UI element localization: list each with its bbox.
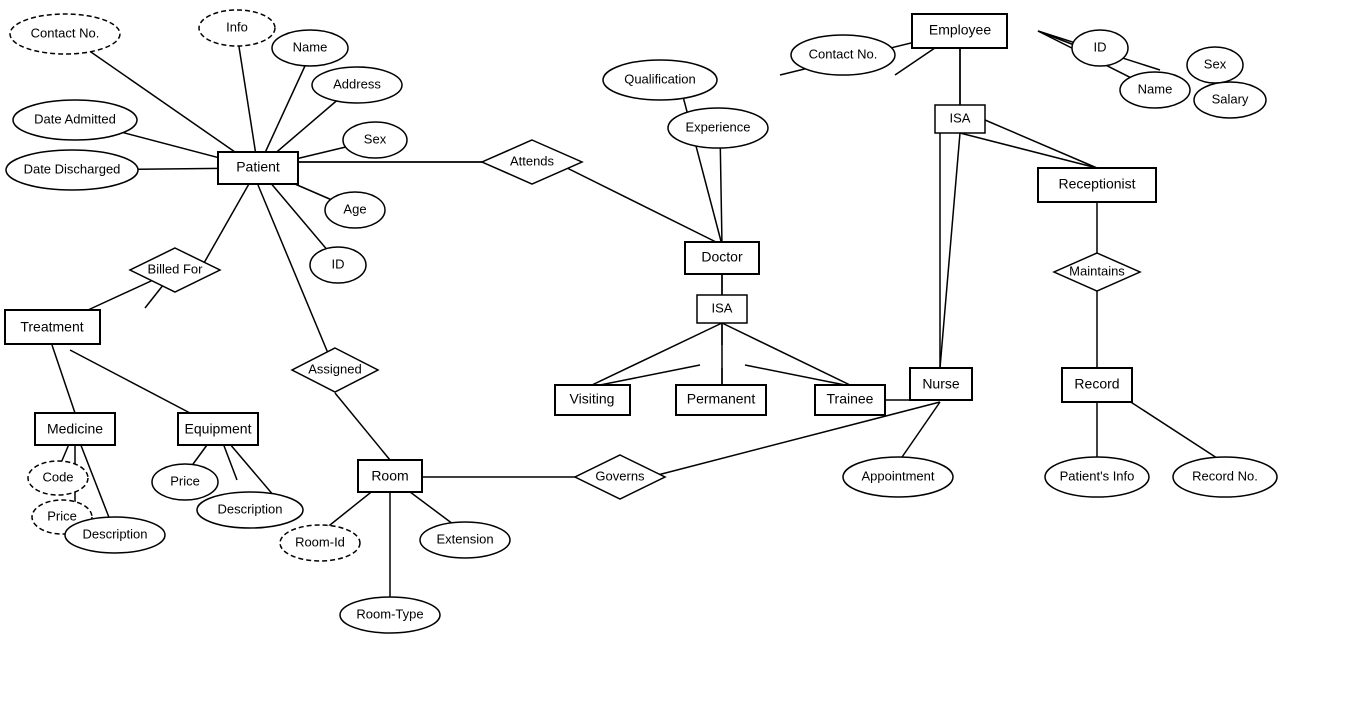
svg-text:Name: Name — [1138, 81, 1173, 96]
svg-text:Sex: Sex — [1204, 56, 1227, 71]
attr-employee-contact: Contact No. — [791, 35, 895, 75]
svg-text:Extension: Extension — [436, 531, 493, 546]
entity-permanent-label: Permanent — [687, 391, 756, 407]
rel-maintains: Maintains — [1054, 253, 1140, 291]
entity-treatment-label: Treatment — [20, 319, 83, 335]
svg-text:Room-Type: Room-Type — [356, 606, 423, 621]
svg-text:Price: Price — [47, 508, 77, 523]
attr-patient-id: ID — [310, 247, 366, 283]
svg-text:Governs: Governs — [595, 468, 645, 483]
entity-patient: Patient — [218, 152, 298, 184]
svg-text:Assigned: Assigned — [308, 361, 361, 376]
attr-room-type: Room-Type — [340, 597, 440, 633]
isa-employee: ISA — [935, 105, 985, 133]
attr-patients-info: Patient's Info — [1045, 457, 1149, 497]
entity-nurse-label: Nurse — [922, 376, 960, 392]
entity-nurse: Nurse — [910, 368, 972, 400]
entity-medicine-label: Medicine — [47, 421, 103, 437]
attr-age: Age — [325, 192, 385, 228]
entity-record: Record — [1062, 368, 1132, 402]
svg-text:Description: Description — [82, 526, 147, 541]
svg-text:Address: Address — [333, 76, 381, 91]
entity-medicine: Medicine — [35, 413, 115, 445]
attr-patient-name: Name — [272, 30, 348, 66]
entity-receptionist-label: Receptionist — [1058, 176, 1135, 192]
svg-text:ID: ID — [332, 256, 345, 271]
attr-employee-id: ID — [1072, 30, 1128, 66]
svg-text:Age: Age — [343, 201, 366, 216]
svg-text:Info: Info — [226, 19, 248, 34]
entity-patient-label: Patient — [236, 159, 280, 175]
attr-medicine-code: Code — [28, 461, 88, 495]
attr-experience: Experience — [668, 108, 768, 148]
entity-visiting: Visiting — [555, 385, 630, 415]
svg-text:ISA: ISA — [950, 110, 971, 125]
attr-medicine-description: Description — [65, 517, 165, 553]
svg-text:Salary: Salary — [1212, 91, 1249, 106]
attr-employee-name: Name — [1120, 72, 1190, 108]
svg-text:Maintains: Maintains — [1069, 263, 1125, 278]
entity-employee-label: Employee — [929, 22, 991, 38]
svg-text:Record No.: Record No. — [1192, 468, 1258, 483]
entity-permanent: Permanent — [676, 385, 766, 415]
entity-room-label: Room — [371, 468, 408, 484]
attr-qualification: Qualification — [603, 60, 717, 100]
svg-text:Qualification: Qualification — [624, 71, 696, 86]
entity-equipment-label: Equipment — [185, 421, 252, 437]
entity-trainee-label: Trainee — [827, 391, 874, 407]
svg-text:ID: ID — [1094, 39, 1107, 54]
svg-text:Sex: Sex — [364, 131, 387, 146]
rel-assigned: Assigned — [292, 348, 378, 392]
attr-record-no: Record No. — [1173, 457, 1277, 497]
svg-text:Room-Id: Room-Id — [295, 534, 345, 549]
rel-governs: Governs — [575, 455, 665, 499]
svg-text:Appointment: Appointment — [862, 468, 935, 483]
attr-employee-sex: Sex — [1187, 47, 1243, 83]
attr-address: Address — [312, 67, 402, 103]
svg-text:Name: Name — [293, 39, 328, 54]
entity-employee: Employee — [912, 14, 1007, 48]
attr-equipment-price: Price — [152, 464, 218, 500]
attr-extension: Extension — [420, 522, 510, 558]
entity-doctor-label: Doctor — [701, 249, 743, 265]
entity-trainee: Trainee — [815, 385, 885, 415]
attr-contact-no-dashed: Contact No. — [10, 14, 120, 54]
rel-billed-for: Billed For — [130, 248, 220, 292]
svg-text:Patient's Info: Patient's Info — [1060, 468, 1135, 483]
svg-text:Description: Description — [217, 501, 282, 516]
rel-attends: Attends — [482, 140, 582, 184]
svg-text:Code: Code — [42, 469, 73, 484]
attr-date-admitted: Date Admitted — [13, 100, 137, 140]
svg-text:Contact No.: Contact No. — [809, 46, 878, 61]
svg-text:Date Admitted: Date Admitted — [34, 111, 116, 126]
svg-text:Billed For: Billed For — [148, 261, 204, 276]
attr-room-id: Room-Id — [280, 525, 360, 561]
entity-record-label: Record — [1074, 376, 1119, 392]
entity-treatment: Treatment — [5, 310, 100, 344]
attr-equipment-description: Description — [197, 492, 303, 528]
attr-info: Info — [199, 10, 275, 46]
entity-room: Room — [358, 460, 422, 492]
entity-doctor: Doctor — [685, 242, 759, 274]
attr-date-discharged: Date Discharged — [6, 150, 138, 190]
svg-text:Date Discharged: Date Discharged — [24, 161, 121, 176]
er-diagram: Patient Treatment Medicine Equipment Roo… — [0, 0, 1367, 703]
svg-text:Attends: Attends — [510, 153, 555, 168]
entity-visiting-label: Visiting — [570, 391, 615, 407]
attr-appointment: Appointment — [843, 457, 953, 497]
isa-doctor: ISA — [697, 295, 747, 323]
svg-text:Price: Price — [170, 473, 200, 488]
svg-text:ISA: ISA — [712, 300, 733, 315]
entity-equipment: Equipment — [178, 413, 258, 445]
attr-employee-salary: Salary — [1194, 82, 1266, 118]
attr-sex: Sex — [343, 122, 407, 158]
entity-receptionist: Receptionist — [1038, 168, 1156, 202]
svg-text:Experience: Experience — [685, 119, 750, 134]
svg-text:Contact No.: Contact No. — [31, 25, 100, 40]
